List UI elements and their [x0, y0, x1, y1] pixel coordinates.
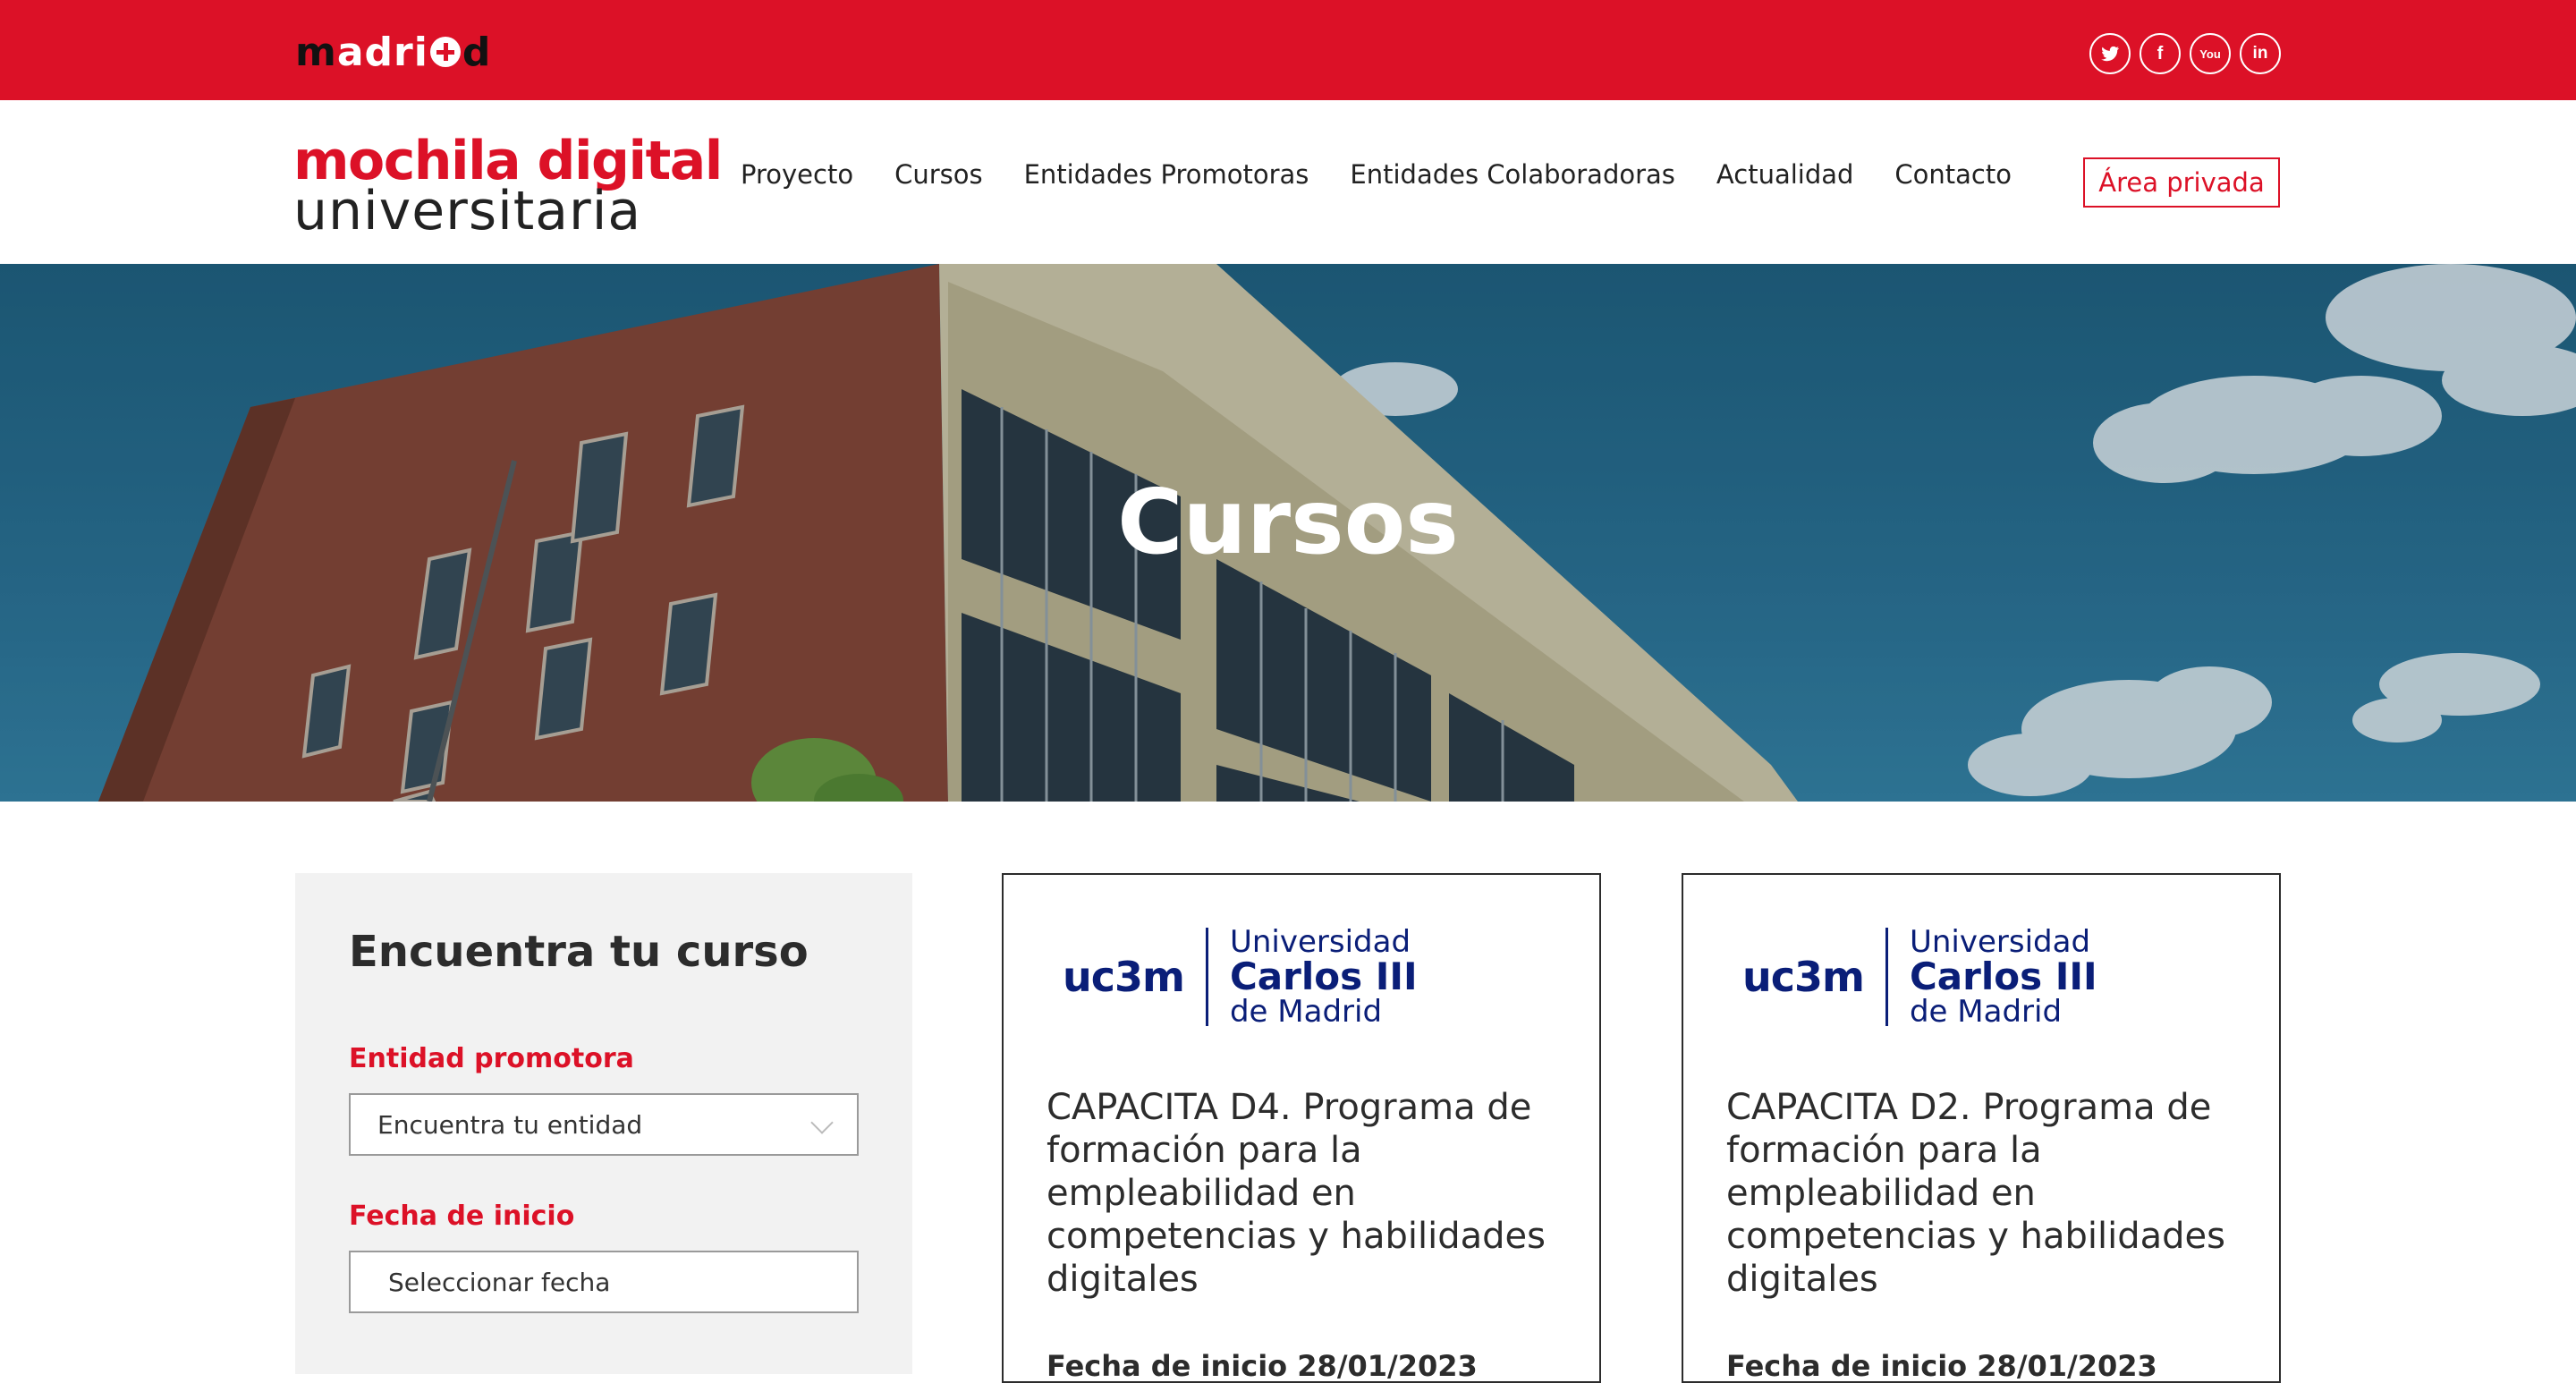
chevron-down-icon [810, 1111, 834, 1134]
site-header: mochila digital universitaria Proyecto C… [0, 100, 2576, 264]
university-full-name: Universidad Carlos III de Madrid [1230, 925, 1418, 1029]
youtube-icon[interactable]: You [2190, 33, 2231, 74]
logo-divider [1885, 928, 1888, 1026]
nav-item-entidades-colaboradoras[interactable]: Entidades Colaboradoras [1350, 159, 1675, 190]
linkedin-glyph: in [2252, 44, 2268, 63]
course-start-date: Fecha de inicio 28/01/2023 [1726, 1349, 2157, 1383]
entity-select-value: Encuentra tu entidad [377, 1109, 643, 1140]
facebook-glyph: f [2157, 43, 2164, 64]
date-input[interactable]: Seleccionar fecha [349, 1251, 859, 1313]
hero-banner: Cursos [0, 264, 2576, 802]
course-filter-panel: Encuentra tu curso Entidad promotora Enc… [295, 873, 912, 1374]
madrid-logo[interactable]: m adri d [295, 27, 491, 77]
logo-text: m [295, 29, 337, 75]
logo-divider [1205, 928, 1208, 1026]
private-area-button[interactable]: Área privada [2083, 157, 2280, 208]
course-card[interactable]: uc3m Universidad Carlos III de Madrid CA… [1682, 873, 2281, 1383]
social-links: f You in [2089, 33, 2281, 74]
brand-logo[interactable]: mochila digital universitaria [293, 134, 723, 242]
date-input-value: Seleccionar fecha [388, 1267, 611, 1297]
linkedin-icon[interactable]: in [2240, 33, 2281, 74]
page-title: Cursos [1117, 470, 1459, 574]
nav-item-proyecto[interactable]: Proyecto [741, 159, 853, 190]
course-title[interactable]: CAPACITA D2. Programa de formación para … [1726, 1086, 2254, 1301]
entity-select[interactable]: Encuentra tu entidad [349, 1093, 859, 1156]
university-line-3: de Madrid [1229, 994, 1383, 1030]
main-nav: Proyecto Cursos Entidades Promotoras Ent… [741, 159, 2053, 190]
course-start-date: Fecha de inicio 28/01/2023 [1046, 1349, 1478, 1383]
entity-label: Entidad promotora [349, 1043, 634, 1074]
university-full-name: Universidad Carlos III de Madrid [1910, 925, 2097, 1029]
university-logo: uc3m Universidad Carlos III de Madrid [1742, 925, 2097, 1029]
top-bar: m adri d f You in [0, 0, 2576, 100]
logo-text: d [462, 29, 492, 75]
university-line-2: Carlos III [1909, 955, 2097, 998]
brand-line-2: universitaria [293, 180, 642, 242]
facebook-icon[interactable]: f [2140, 33, 2181, 74]
university-short-name: uc3m [1063, 953, 1185, 1001]
nav-item-actualidad[interactable]: Actualidad [1716, 159, 1854, 190]
university-line-3: de Madrid [1909, 994, 2063, 1030]
university-logo: uc3m Universidad Carlos III de Madrid [1063, 925, 1418, 1029]
filter-title: Encuentra tu curso [349, 927, 809, 977]
plus-icon [429, 37, 461, 67]
date-label: Fecha de inicio [349, 1201, 575, 1232]
university-short-name: uc3m [1742, 953, 1865, 1001]
course-title[interactable]: CAPACITA D4. Programa de formación para … [1046, 1086, 1574, 1301]
nav-item-entidades-promotoras[interactable]: Entidades Promotoras [1024, 159, 1309, 190]
twitter-icon[interactable] [2089, 33, 2131, 74]
course-card[interactable]: uc3m Universidad Carlos III de Madrid CA… [1002, 873, 1601, 1383]
youtube-glyph: You [2199, 47, 2221, 61]
nav-item-contacto[interactable]: Contacto [1894, 159, 2012, 190]
logo-text: adri [336, 29, 428, 75]
university-line-2: Carlos III [1229, 955, 1418, 998]
nav-item-cursos[interactable]: Cursos [894, 159, 983, 190]
